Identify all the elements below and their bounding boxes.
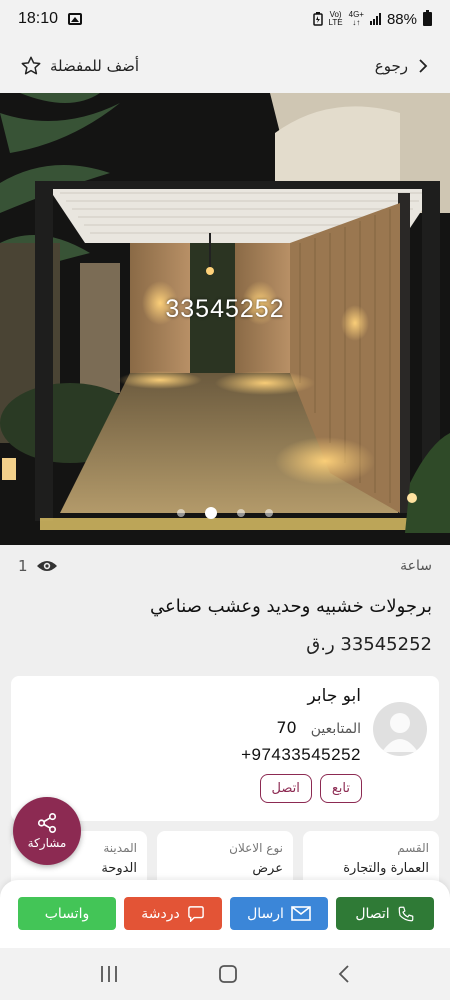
status-time: 18:10 bbox=[18, 10, 59, 27]
seller-phone[interactable]: +97433545252 bbox=[241, 745, 361, 765]
home-icon[interactable] bbox=[218, 964, 238, 984]
listing-title: برجولات خشبيه وحديد وعشب صناعي bbox=[150, 596, 432, 617]
chat-label: دردشة bbox=[141, 905, 180, 922]
user-icon bbox=[382, 713, 418, 752]
pagination-dot[interactable] bbox=[265, 509, 273, 517]
info-value: العمارة والتجارة bbox=[343, 861, 429, 876]
views-number: 1 bbox=[18, 557, 28, 575]
info-label: القسم bbox=[397, 841, 429, 855]
follow-button[interactable]: تابع bbox=[319, 774, 362, 803]
battery-percent: 88% bbox=[386, 10, 417, 28]
send-button[interactable]: ارسال bbox=[230, 897, 328, 930]
status-bar: 18:10 Vo) LTE 4G+ ↓↑ 88% bbox=[0, 0, 450, 38]
time-ago: ساعة bbox=[400, 558, 432, 574]
signal-icon bbox=[369, 13, 381, 25]
seller-card: ابو جابر المتابعين 70 +97433545252 تابع … bbox=[11, 676, 439, 821]
avatar[interactable] bbox=[373, 702, 427, 756]
envelope-icon bbox=[291, 906, 311, 921]
listing-meta: 1 ساعة bbox=[18, 557, 432, 575]
chevron-right-icon bbox=[419, 58, 428, 73]
share-label: مشاركة bbox=[27, 836, 67, 850]
followers-info: المتابعين 70 bbox=[276, 718, 361, 737]
pagination-dot-active[interactable] bbox=[205, 507, 217, 519]
views-count: 1 bbox=[18, 557, 58, 575]
back-button[interactable]: رجوع bbox=[375, 57, 430, 75]
send-label: ارسال bbox=[247, 905, 284, 922]
gallery-pagination bbox=[0, 507, 450, 519]
whatsapp-button[interactable]: واتساب bbox=[18, 897, 116, 930]
call-label: اتصال bbox=[355, 905, 390, 922]
info-value: عرض bbox=[252, 861, 283, 876]
seller-call-button[interactable]: اتصل bbox=[259, 774, 312, 803]
watermark-number: 33545252 bbox=[165, 295, 285, 323]
whatsapp-label: واتساب bbox=[44, 905, 90, 922]
share-icon bbox=[37, 813, 57, 833]
favorite-label: أضف للمفضلة bbox=[50, 56, 140, 75]
data-arrows-icon: ↓↑ bbox=[352, 18, 361, 27]
gallery-notification-icon bbox=[68, 13, 83, 25]
back-nav-icon[interactable] bbox=[337, 964, 351, 984]
seller-name[interactable]: ابو جابر bbox=[308, 686, 361, 706]
followers-count: 70 bbox=[276, 718, 297, 737]
action-bar: واتساب دردشة ارسال اتصال bbox=[0, 880, 450, 948]
status-right: Vo) LTE 4G+ ↓↑ 88% bbox=[312, 10, 432, 28]
net-gen-indicator: 4G+ ↓↑ bbox=[349, 11, 364, 27]
status-left: 18:10 bbox=[18, 10, 83, 28]
system-nav-bar bbox=[0, 948, 450, 1000]
favorite-button[interactable]: أضف للمفضلة bbox=[20, 55, 139, 77]
followers-label: المتابعين bbox=[310, 721, 361, 737]
phone-icon bbox=[398, 906, 414, 921]
top-nav: أضف للمفضلة رجوع bbox=[0, 38, 450, 93]
listing-price: 33545252 ر.ق bbox=[306, 634, 432, 655]
star-icon bbox=[21, 56, 41, 74]
image-gallery[interactable]: 33545252 bbox=[0, 93, 450, 545]
pagination-dot[interactable] bbox=[237, 509, 245, 517]
chat-button[interactable]: دردشة bbox=[124, 897, 222, 930]
back-label: رجوع bbox=[374, 56, 408, 75]
chat-bubble-icon bbox=[187, 905, 204, 922]
share-button[interactable]: مشاركة bbox=[13, 797, 81, 865]
volte-indicator: Vo) LTE bbox=[329, 11, 343, 27]
battery-saver-icon bbox=[312, 12, 323, 26]
battery-icon bbox=[423, 10, 432, 26]
info-label: نوع الاعلان bbox=[229, 841, 283, 855]
call-button[interactable]: اتصال bbox=[336, 897, 434, 930]
eye-icon bbox=[36, 561, 57, 571]
recent-apps-icon[interactable] bbox=[99, 965, 119, 983]
volte-bottom: LTE bbox=[328, 18, 343, 27]
pagination-dot[interactable] bbox=[177, 509, 185, 517]
seller-actions: تابع اتصل bbox=[259, 774, 362, 803]
